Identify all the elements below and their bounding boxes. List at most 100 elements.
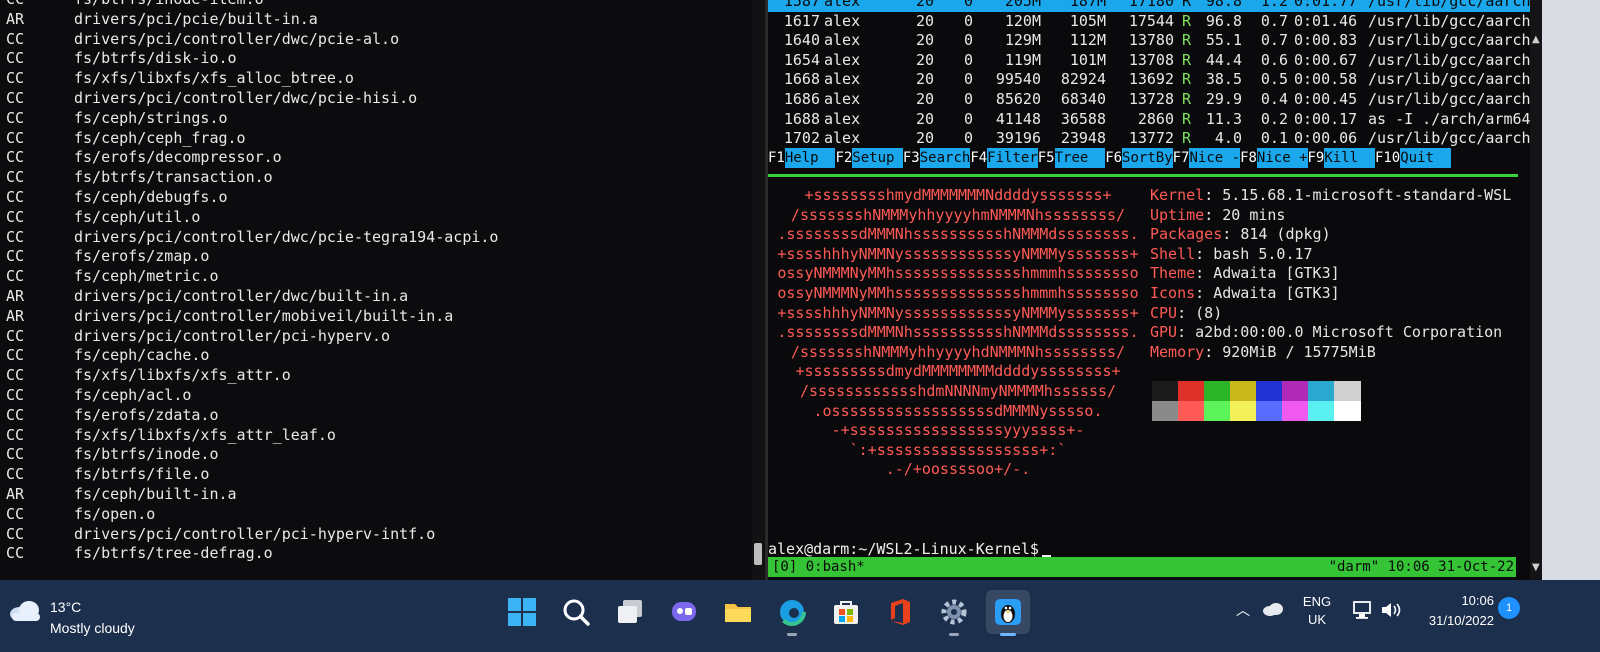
build-step-kind: CC: [6, 504, 25, 523]
process-ni: 0: [964, 31, 974, 50]
build-step-kind: CC: [6, 29, 25, 48]
fkey-filter[interactable]: F4Filter: [970, 148, 1038, 168]
build-output-pane[interactable]: CC fs/btrfs/inode-item.o AR drivers/pci/pci…: [0, 0, 765, 580]
build-step-kind: CC: [6, 366, 25, 385]
task-view-icon: [618, 600, 642, 623]
info-value: Adwaita [GTK3]: [1213, 264, 1340, 283]
scroll-down-arrow-icon[interactable]: ▼: [1532, 562, 1540, 573]
logo-line: `:+ssssssssssssssssss+:`: [849, 440, 1067, 459]
build-step-kind: CC: [6, 346, 25, 365]
build-step-kind: CC: [6, 108, 25, 127]
process-user: alex: [824, 109, 861, 128]
palette-swatch: [1282, 381, 1309, 401]
build-file-path: drivers/pci/controller/dwc/pcie-tegra194…: [74, 227, 499, 246]
settings-button[interactable]: [932, 590, 976, 636]
process-row[interactable]: 1686 alex 20 0 85620 68340 13728 R 29.9 0.4 0:00.4…: [768, 90, 1530, 110]
build-step-kind: CC: [6, 524, 25, 543]
palette-swatch: [1230, 401, 1257, 421]
build-line: CC fs/xfs/libxfs/xfs_attr_leaf.o: [0, 426, 760, 446]
fkey-label: Filter: [987, 148, 1038, 168]
office-icon: [891, 599, 910, 625]
start-button[interactable]: [500, 590, 544, 634]
process-row[interactable]: 1702 alex 20 0 39196 23948 13772 R 4.0 0.1 0:00.06…: [768, 129, 1530, 149]
weather-temperature: 13°C: [50, 599, 82, 615]
process-shr: 13728: [1128, 89, 1174, 108]
process-res: 101M: [1069, 50, 1106, 69]
fkey-number: F10: [1374, 150, 1401, 166]
scroll-up-arrow-icon[interactable]: ▲: [1532, 34, 1540, 45]
process-res: 187M: [1069, 0, 1106, 10]
volume-icon[interactable]: [1380, 600, 1402, 620]
process-shr: 13708: [1128, 50, 1174, 69]
file-explorer-button[interactable]: [716, 590, 760, 634]
system-clock[interactable]: 10:06 31/10/2022: [1408, 591, 1494, 631]
build-step-kind: CC: [6, 148, 25, 167]
network-icon[interactable]: [1352, 600, 1374, 620]
palette-swatch: [1230, 381, 1257, 401]
gear-icon: [941, 599, 967, 625]
process-pid: 1686: [783, 89, 820, 108]
build-line: CC fs/erofs/decompressor.o: [0, 148, 760, 168]
process-user: alex: [824, 89, 861, 108]
logo-line: ossyNMMMNyMMhsssssssssssssshmmmhssssssso: [777, 283, 1139, 302]
logo-line: /sssssssssssshdmNNNNmyNMMMMhssssss/: [799, 381, 1117, 400]
process-cmd: /usr/lib/gcc/aarch64-: [1368, 129, 1530, 148]
search-button[interactable]: [554, 590, 598, 634]
fkey-label: Nice +: [1256, 148, 1308, 168]
left-scrollbar[interactable]: [752, 0, 764, 580]
info-key: Packages: [1150, 225, 1223, 244]
fkey-nice-[interactable]: F8Nice +: [1240, 148, 1308, 168]
linux-terminal-button[interactable]: [986, 590, 1030, 636]
process-row[interactable]: 1617 alex 20 0 120M 105M 17544 R 96.8 0.7 0:01.46 /…: [768, 12, 1530, 32]
tmux-window-list[interactable]: [0] 0:bash*: [772, 557, 865, 577]
clock-date: 31/10/2022: [1428, 613, 1494, 628]
right-terminal-pane[interactable]: 1587 alex 20 0 205M 187M 17180 R 98.8 1.2 0:01.77 /…: [768, 0, 1530, 580]
info-colon: :: [1177, 323, 1196, 342]
info-value: a2bd:00:00.0 Microsoft Corporation: [1195, 323, 1503, 342]
chevron-up-icon[interactable]: ︿: [1236, 600, 1250, 620]
language-indicator[interactable]: ENG UK: [1296, 593, 1338, 629]
process-time: 0:00.58: [1294, 70, 1358, 89]
process-pid: 1640: [783, 31, 820, 50]
process-time: 0:01.46: [1294, 11, 1358, 30]
microsoft-store-button[interactable]: [824, 590, 868, 634]
right-scrollbar[interactable]: [1530, 0, 1542, 580]
build-file-path: fs/erofs/zmap.o: [74, 247, 210, 266]
build-line: CC fs/ceph/cache.o: [0, 346, 760, 366]
build-step-kind: CC: [6, 425, 25, 444]
notification-badge[interactable]: 1: [1498, 597, 1520, 619]
teams-chat-button[interactable]: [662, 590, 706, 634]
fkey-kill[interactable]: F9Kill: [1307, 148, 1375, 168]
shell-prompt[interactable]: alex@darm:~/WSL2-Linux-Kernel$: [768, 540, 1051, 558]
fkey-help[interactable]: F1Help: [768, 148, 836, 168]
penguin-icon: [995, 599, 1021, 625]
fkey-sortby[interactable]: F6SortBy: [1105, 148, 1173, 168]
task-view-button[interactable]: [608, 590, 652, 634]
process-shr: 17544: [1128, 11, 1174, 30]
info-key: CPU: [1150, 303, 1178, 322]
process-row[interactable]: 1688 alex 20 0 41148 36588 2860 R 11.3 0.2 0:00.17…: [768, 110, 1530, 130]
process-row[interactable]: 1640 alex 20 0 129M 112M 13780 R 55.1 0.7 0:00.83 /…: [768, 31, 1530, 51]
info-line: Icons: Adwaita [GTK3]: [1150, 284, 1520, 304]
fkey-quit[interactable]: F10Quit: [1374, 148, 1451, 168]
info-line: Memory: 920MiB / 15775MiB: [1150, 343, 1520, 363]
process-row[interactable]: 1668 alex 20 0 99540 82924 13692 R 38.5 0.5 0:00.5…: [768, 70, 1530, 90]
office-button[interactable]: [878, 590, 922, 634]
info-colon: :: [1195, 264, 1214, 283]
edge-browser-button[interactable]: [770, 590, 814, 636]
process-pri: 20: [916, 11, 935, 30]
process-row[interactable]: 1587 alex 20 0 205M 187M 17180 R 98.8 1.2 0:01.77 /…: [768, 0, 1530, 12]
build-step-kind: CC: [6, 385, 25, 404]
left-scrollbar-thumb[interactable]: [754, 543, 762, 565]
process-ni: 0: [964, 109, 974, 128]
onedrive-cloud-icon[interactable]: [1262, 602, 1284, 616]
fkey-nice-[interactable]: F7Nice -: [1172, 148, 1241, 168]
process-cpu: 98.8: [1205, 0, 1242, 10]
build-file-path: fs/btrfs/inode-item.o: [74, 0, 264, 10]
build-step-kind: CC: [6, 465, 25, 484]
build-step-kind: CC: [6, 405, 25, 424]
fkey-tree[interactable]: F5Tree: [1037, 148, 1106, 168]
fkey-search[interactable]: F3Search: [902, 148, 971, 168]
process-row[interactable]: 1654 alex 20 0 119M 101M 13708 R 44.4 0.6 0:00.67 /…: [768, 51, 1530, 71]
fkey-setup[interactable]: F2Setup: [835, 148, 903, 168]
